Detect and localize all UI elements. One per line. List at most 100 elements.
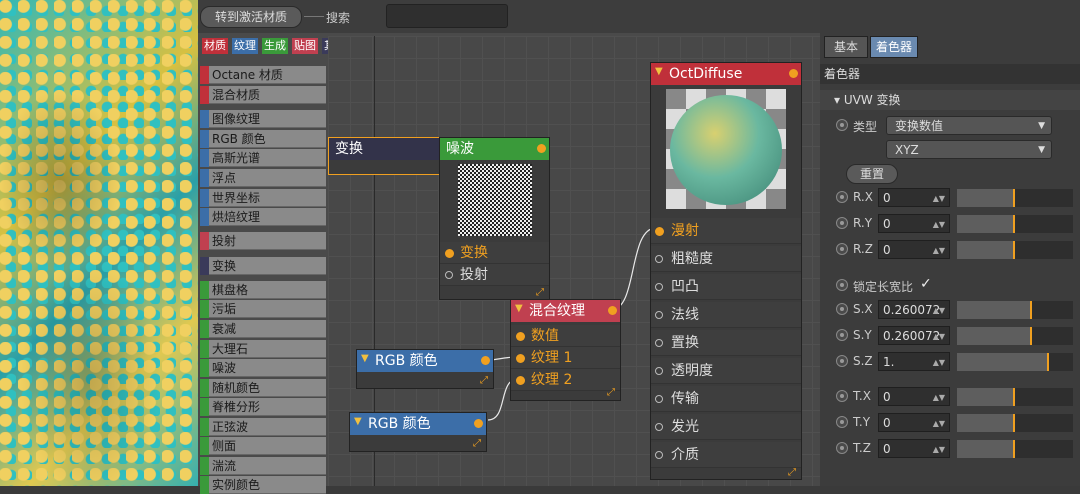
animate-radio[interactable]	[836, 119, 848, 131]
diffuse-port[interactable]: 介质	[651, 442, 801, 468]
param-input[interactable]: 0.260072 ▲▼	[878, 326, 950, 345]
tab-basic[interactable]: 基本	[824, 36, 868, 58]
category-tab[interactable]: 材质	[202, 38, 228, 54]
param-input[interactable]: 0 ▲▼	[878, 214, 950, 233]
param-input[interactable]: 0 ▲▼	[878, 387, 950, 406]
param-slider[interactable]	[957, 327, 1073, 345]
diffuse-port[interactable]: 透明度	[651, 358, 801, 384]
param-input[interactable]: 0.260072 ▲▼	[878, 300, 950, 319]
param-slider[interactable]	[957, 241, 1073, 259]
mix-port-texture2[interactable]: 纹理 2	[511, 369, 620, 391]
palette-item[interactable]: 棋盘格	[200, 281, 326, 299]
param-slider[interactable]	[957, 353, 1073, 371]
animate-radio[interactable]	[836, 416, 848, 428]
animate-radio[interactable]	[836, 217, 848, 229]
diffuse-port[interactable]: 置换	[651, 330, 801, 356]
lock-aspect-checkbox[interactable]: ✓	[920, 276, 932, 292]
noise-node[interactable]: 噪波 变换 投射 ⤢	[439, 137, 550, 300]
palette-item[interactable]: 高斯光谱	[200, 149, 326, 167]
diffuse-port[interactable]: 传输	[651, 386, 801, 412]
palette-item[interactable]: 衰减	[200, 320, 326, 338]
collapse-icon[interactable]: ▼	[354, 416, 362, 427]
port-socket[interactable]	[655, 423, 663, 431]
mix-output-port[interactable]	[608, 306, 617, 315]
oct-diffuse-node[interactable]: OctDiffuse ▼ 漫射 粗糙度 凹凸 法线 置换 透明度 传输 发光 介质 ⤢	[650, 62, 802, 480]
palette-item[interactable]: 投射	[200, 232, 326, 250]
diffuse-port[interactable]: 发光	[651, 414, 801, 440]
expand-icon[interactable]: ⤢	[536, 288, 546, 298]
palette-item[interactable]: 湍流	[200, 457, 326, 475]
param-slider[interactable]	[957, 414, 1073, 432]
palette-item[interactable]: Octane 材质	[200, 66, 326, 84]
noise-output-port[interactable]	[537, 144, 546, 153]
reset-button[interactable]: 重置	[846, 164, 898, 184]
palette-item[interactable]: 实例颜色	[200, 476, 326, 494]
palette-item[interactable]: 大理石	[200, 340, 326, 358]
category-tab[interactable]: 贴图	[292, 38, 318, 54]
palette-item[interactable]: 世界坐标	[200, 189, 326, 207]
param-input[interactable]: 0 ▲▼	[878, 240, 950, 259]
animate-radio[interactable]	[836, 191, 848, 203]
spinner-icon[interactable]: ▲▼	[933, 388, 945, 407]
goto-active-material-button[interactable]: 转到激活材质	[200, 6, 302, 28]
slider-handle[interactable]	[1012, 189, 1015, 207]
spinner-icon[interactable]: ▲▼	[933, 301, 945, 320]
param-slider[interactable]	[957, 215, 1073, 233]
animate-radio[interactable]	[836, 303, 848, 315]
palette-item[interactable]: 随机颜色	[200, 379, 326, 397]
param-input[interactable]: 0 ▲▼	[878, 439, 950, 458]
slider-handle[interactable]	[1012, 241, 1015, 259]
diffuse-port[interactable]: 法线	[651, 302, 801, 328]
palette-item[interactable]: 变换	[200, 257, 326, 275]
slider-handle[interactable]	[1012, 388, 1015, 406]
port-socket[interactable]	[655, 367, 663, 375]
expand-icon[interactable]: ⤢	[480, 376, 490, 386]
port-socket[interactable]	[655, 339, 663, 347]
type-dropdown[interactable]: 变换数值 ▼	[886, 116, 1052, 135]
palette-item[interactable]: RGB 颜色	[200, 130, 326, 148]
rgb-output-port[interactable]	[481, 356, 490, 365]
diffuse-port[interactable]: 漫射	[651, 218, 801, 244]
rgb-color-node-1[interactable]: RGB 颜色 ▼ ⤢	[356, 349, 494, 389]
animate-radio[interactable]	[836, 390, 848, 402]
mix-port-amount[interactable]: 数值	[511, 325, 620, 347]
expand-icon[interactable]: ⤢	[473, 439, 483, 449]
rotation-order-dropdown[interactable]: XYZ ▼	[886, 140, 1052, 159]
param-slider[interactable]	[957, 189, 1073, 207]
category-tab[interactable]: 纹理	[232, 38, 258, 54]
animate-radio[interactable]	[836, 355, 848, 367]
spinner-icon[interactable]: ▲▼	[933, 440, 945, 459]
param-input[interactable]: 0 ▲▼	[878, 188, 950, 207]
transform-node[interactable]: 变换 ⤢	[328, 137, 455, 175]
palette-item[interactable]: 侧面	[200, 437, 326, 455]
spinner-icon[interactable]: ▲▼	[933, 327, 945, 346]
collapse-icon[interactable]: ▼	[655, 66, 663, 77]
param-input[interactable]: 0 ▲▼	[878, 413, 950, 432]
palette-item[interactable]: 混合材质	[200, 86, 326, 104]
spinner-icon[interactable]: ▲▼	[933, 414, 945, 433]
port-socket[interactable]	[655, 311, 663, 319]
spinner-icon[interactable]: ▲▼	[933, 241, 945, 260]
collapse-icon[interactable]: ▼	[361, 353, 369, 364]
param-slider[interactable]	[957, 301, 1073, 319]
animate-radio[interactable]	[836, 243, 848, 255]
port-socket[interactable]	[655, 283, 663, 291]
spinner-icon[interactable]: ▲▼	[933, 353, 945, 372]
animate-radio[interactable]	[836, 279, 848, 291]
palette-item[interactable]: 正弦波	[200, 418, 326, 436]
category-tab[interactable]: 生成	[262, 38, 288, 54]
expand-icon[interactable]: ⤢	[788, 468, 798, 478]
param-input[interactable]: 1. ▲▼	[878, 352, 950, 371]
rgb-color-node-2[interactable]: RGB 颜色 ▼ ⤢	[349, 412, 487, 452]
port-socket[interactable]	[655, 255, 663, 263]
param-slider[interactable]	[957, 388, 1073, 406]
param-slider[interactable]	[957, 440, 1073, 458]
slider-handle[interactable]	[1012, 215, 1015, 233]
diffuse-port[interactable]: 凹凸	[651, 274, 801, 300]
slider-handle[interactable]	[1047, 353, 1050, 371]
slider-handle[interactable]	[1012, 440, 1015, 458]
animate-radio[interactable]	[836, 442, 848, 454]
expand-icon[interactable]: ⤢	[607, 388, 617, 398]
port-socket[interactable]	[655, 227, 664, 236]
palette-item[interactable]: 脊椎分形	[200, 398, 326, 416]
